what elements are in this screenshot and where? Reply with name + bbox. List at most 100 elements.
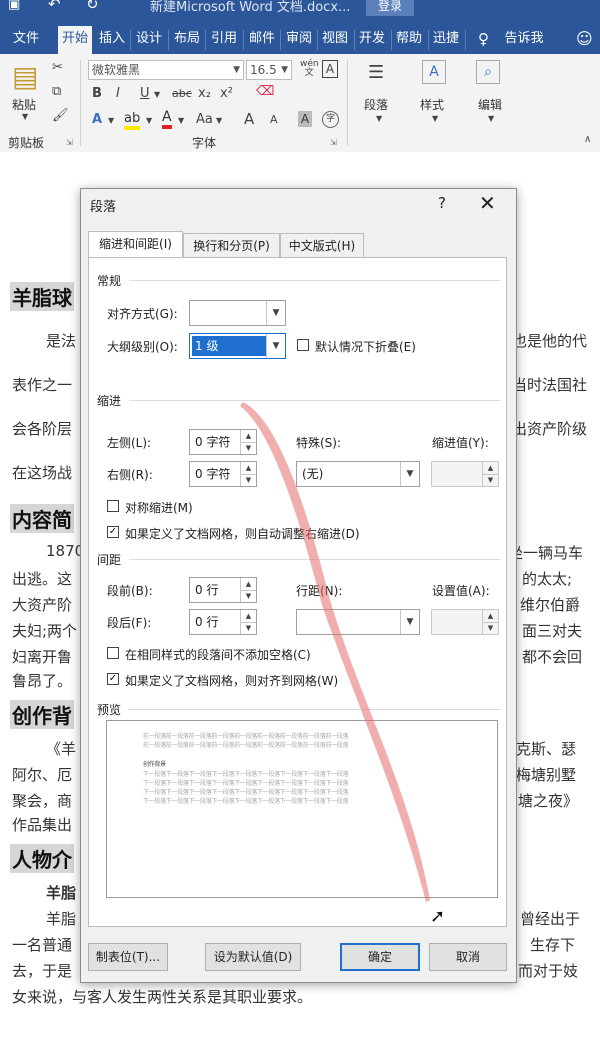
- mirror-indents-checkbox[interactable]: [107, 500, 119, 512]
- phonetic-guide-icon[interactable]: wén 文: [300, 60, 319, 78]
- tab-insert[interactable]: 插入: [96, 26, 128, 54]
- char-shading-icon[interactable]: A: [298, 111, 312, 127]
- spin-down-icon[interactable]: ▼: [240, 590, 256, 602]
- clipboard-launcher-icon[interactable]: ⇲: [66, 138, 73, 147]
- set-as-default-button[interactable]: 设为默认值(D): [205, 943, 301, 971]
- font-name-combo[interactable]: 微软雅黑 ▼: [88, 60, 244, 80]
- tab-xunjie[interactable]: 迅捷: [430, 26, 462, 54]
- login-button[interactable]: 登录: [366, 0, 414, 16]
- chevron-down-icon[interactable]: ▼: [376, 114, 382, 123]
- tab-mailings[interactable]: 邮件: [246, 26, 278, 54]
- paste-dropdown-icon[interactable]: ▼: [22, 112, 28, 121]
- paragraph-group-label[interactable]: 段落: [364, 96, 388, 113]
- tab-asian-typography[interactable]: 中文版式(H): [280, 233, 364, 257]
- clear-format-icon[interactable]: ⌫: [256, 84, 274, 99]
- save-icon[interactable]: ▣: [8, 0, 20, 12]
- special-indent-select[interactable]: (无) ▼: [296, 461, 420, 487]
- styles-icon[interactable]: A: [422, 60, 446, 84]
- undo-icon[interactable]: ↶: [48, 0, 61, 13]
- tab-references[interactable]: 引用: [208, 26, 240, 54]
- outline-level-select[interactable]: 1 级 ▼: [189, 333, 286, 359]
- styles-group-label[interactable]: 样式: [420, 96, 444, 113]
- chevron-down-icon[interactable]: ▼: [488, 114, 494, 123]
- copy-icon[interactable]: ⧉: [52, 84, 61, 99]
- subscript-button[interactable]: x₂: [198, 86, 211, 101]
- tab-home[interactable]: 开始: [58, 26, 92, 54]
- editing-group-label[interactable]: 编辑: [478, 96, 502, 113]
- user-share-icon[interactable]: ☺: [576, 29, 593, 48]
- grow-font-button[interactable]: A: [244, 110, 254, 128]
- tab-indents-spacing[interactable]: 缩进和间距(I): [88, 231, 183, 258]
- ok-button[interactable]: 确定: [340, 943, 420, 971]
- snap-to-grid-checkbox[interactable]: ✓: [107, 673, 119, 685]
- spin-down-icon[interactable]: ▼: [240, 474, 256, 486]
- spin-down-icon[interactable]: ▼: [482, 622, 498, 634]
- body-line: 生存下: [530, 936, 576, 954]
- italic-button[interactable]: I: [116, 86, 120, 101]
- indent-right-value: 0 字符: [195, 467, 231, 481]
- collapse-default-checkbox[interactable]: [297, 339, 309, 351]
- text-effects-button[interactable]: A: [92, 112, 102, 127]
- line-spacing-select[interactable]: ▼: [296, 609, 420, 635]
- redo-icon[interactable]: ↻: [86, 0, 99, 13]
- help-icon[interactable]: ?: [438, 194, 446, 212]
- paste-button-label[interactable]: 粘贴: [12, 96, 36, 113]
- change-case-button[interactable]: Aa: [196, 112, 213, 127]
- tab-review[interactable]: 审阅: [283, 26, 315, 54]
- strikethrough-button[interactable]: abc: [172, 87, 192, 100]
- auto-adjust-right-indent-label[interactable]: 如果定义了文档网格，则自动调整右缩进(D): [125, 525, 360, 542]
- tabs-button[interactable]: 制表位(T)...: [88, 943, 168, 971]
- editing-search-icon[interactable]: ⌕: [476, 60, 500, 84]
- spin-down-icon[interactable]: ▼: [482, 474, 498, 486]
- char-border-icon[interactable]: A: [322, 60, 338, 78]
- font-launcher-icon[interactable]: ⇲: [330, 138, 337, 147]
- collapse-ribbon-icon[interactable]: ∧: [584, 134, 591, 145]
- cancel-button[interactable]: 取消: [429, 943, 507, 971]
- paragraph-icon[interactable]: ☰: [368, 62, 384, 83]
- no-space-same-style-label[interactable]: 在相同样式的段落间不添加空格(C): [125, 646, 311, 663]
- tab-file[interactable]: 文件: [4, 26, 48, 54]
- alignment-select[interactable]: ▼: [189, 300, 286, 326]
- tab-help[interactable]: 帮助: [393, 26, 425, 54]
- space-after-spinner[interactable]: 0 行 ▲ ▼: [189, 609, 257, 635]
- underline-dropdown-icon[interactable]: ▼: [154, 90, 160, 99]
- highlight-icon[interactable]: ab: [124, 112, 141, 130]
- enclose-char-icon[interactable]: 字: [322, 111, 339, 128]
- space-before-spinner[interactable]: 0 行 ▲ ▼: [189, 577, 257, 603]
- auto-adjust-right-indent-checkbox[interactable]: ✓: [107, 526, 119, 538]
- underline-button[interactable]: U: [140, 86, 150, 101]
- indent-left-spinner[interactable]: 0 字符 ▲ ▼: [189, 429, 257, 455]
- tab-layout[interactable]: 布局: [171, 26, 203, 54]
- text-effects-dropdown-icon[interactable]: ▼: [108, 116, 114, 125]
- paste-icon[interactable]: ▤: [12, 60, 38, 93]
- highlight-dropdown-icon[interactable]: ▼: [146, 116, 152, 125]
- collapse-default-label[interactable]: 默认情况下折叠(E): [315, 338, 416, 355]
- no-space-same-style-checkbox[interactable]: [107, 647, 119, 659]
- tab-view[interactable]: 视图: [319, 26, 351, 54]
- cut-icon[interactable]: ✂: [52, 60, 63, 75]
- spin-down-icon[interactable]: ▼: [240, 442, 256, 454]
- indent-by-spinner[interactable]: ▲ ▼: [431, 461, 499, 487]
- shrink-font-button[interactable]: A: [270, 113, 278, 126]
- change-case-dropdown-icon[interactable]: ▼: [216, 116, 222, 125]
- tell-me-search[interactable]: 告诉我: [502, 26, 546, 54]
- snap-to-grid-label[interactable]: 如果定义了文档网格，则对齐到网格(W): [125, 672, 338, 689]
- chevron-down-icon[interactable]: ▼: [432, 114, 438, 123]
- font-color-button[interactable]: A: [162, 110, 172, 129]
- body-line: 曾经出于: [520, 910, 581, 928]
- close-icon[interactable]: ✕: [479, 191, 496, 215]
- indent-right-spinner[interactable]: 0 字符 ▲ ▼: [189, 461, 257, 487]
- body-line: 面三对夫: [522, 622, 583, 640]
- bold-button[interactable]: B: [92, 86, 102, 101]
- tab-design[interactable]: 设计: [133, 26, 165, 54]
- font-size-combo[interactable]: 16.5 ▼: [246, 60, 292, 80]
- spin-down-icon[interactable]: ▼: [240, 622, 256, 634]
- heading-characters: 人物介: [10, 844, 74, 873]
- tab-developer[interactable]: 开发: [356, 26, 388, 54]
- spacing-at-spinner[interactable]: ▲ ▼: [431, 609, 499, 635]
- format-painter-icon[interactable]: 🖌: [52, 108, 69, 123]
- superscript-button[interactable]: x²: [220, 86, 233, 101]
- mirror-indents-label[interactable]: 对称缩进(M): [125, 499, 193, 516]
- tab-line-page-breaks[interactable]: 换行和分页(P): [183, 233, 280, 257]
- font-color-dropdown-icon[interactable]: ▼: [178, 116, 184, 125]
